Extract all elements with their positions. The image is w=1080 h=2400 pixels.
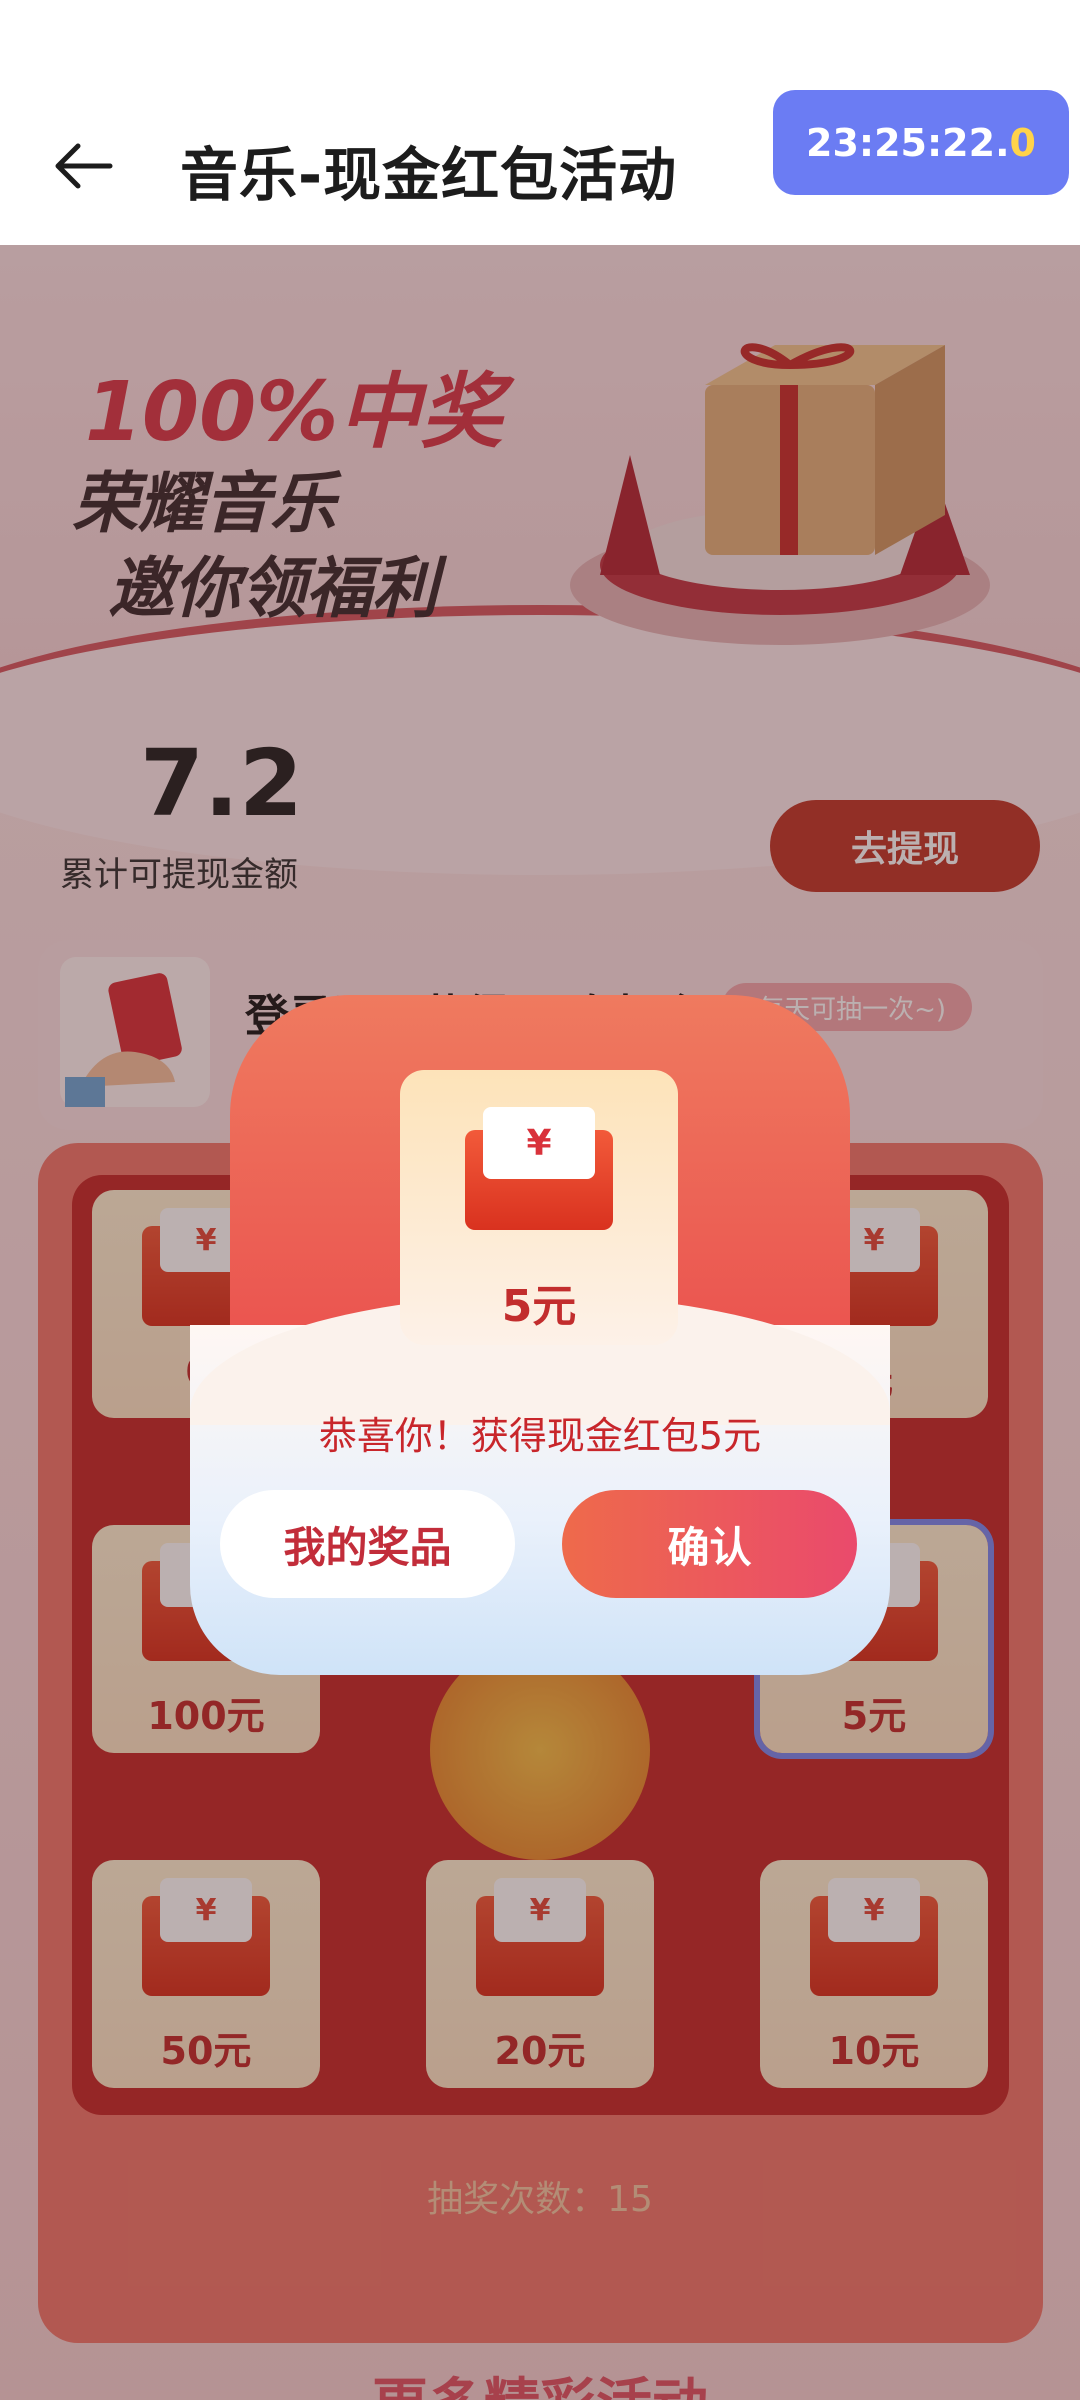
page-title: 音乐-现金红包活动 — [180, 141, 678, 209]
prize-amount: 5元 — [501, 1281, 577, 1332]
back-arrow-icon[interactable] — [48, 130, 120, 202]
yuan-icon: ¥ — [483, 1107, 595, 1179]
timer-text: 23:25:22. — [806, 120, 1010, 165]
prize-result-dialog: ¥ 5元 恭喜你！获得现金红包5元 我的奖品 确认 — [190, 995, 890, 1675]
congrats-message: 恭喜你！获得现金红包5元 — [318, 1414, 762, 1458]
confirm-button[interactable]: 确认 — [562, 1490, 857, 1598]
timer-badge: 23:25:22. 0 — [773, 90, 1069, 195]
timer-last-digit: 0 — [1009, 120, 1036, 165]
my-prizes-button[interactable]: 我的奖品 — [220, 1490, 515, 1598]
